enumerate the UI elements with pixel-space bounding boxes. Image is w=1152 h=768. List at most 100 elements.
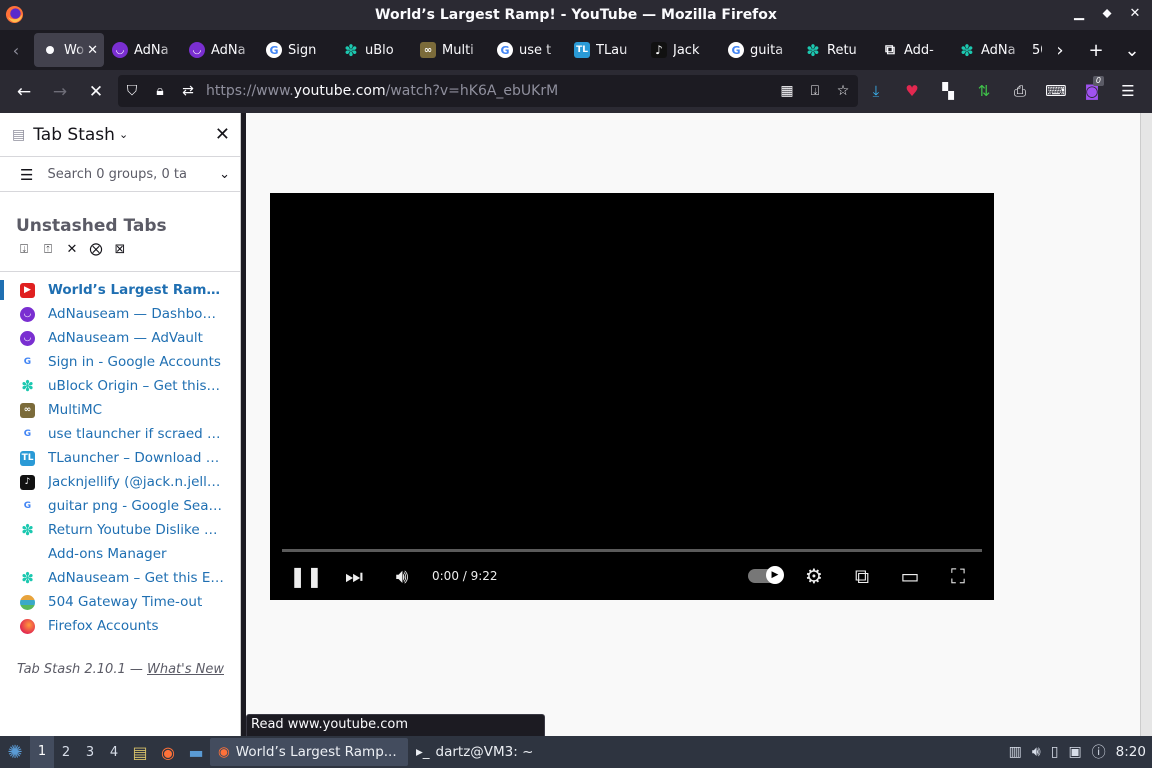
- save-to-pocket-icon[interactable]: ⍗: [806, 83, 824, 99]
- new-tab-button[interactable]: +: [1078, 40, 1114, 61]
- list-all-tabs-button[interactable]: ⌄: [1114, 40, 1150, 61]
- maximize-button[interactable]: ⬥: [1100, 6, 1114, 21]
- workspace-3[interactable]: 3: [78, 745, 102, 760]
- app-menu-icon[interactable]: ☰: [1114, 76, 1142, 106]
- list-item[interactable]: ◡ AdNauseam — Dashboard: [0, 302, 240, 326]
- close-unstashed-icon[interactable]: ⨂: [88, 242, 104, 257]
- tab-label: 50: [1032, 42, 1042, 58]
- close-duplicates-icon[interactable]: ⊠: [112, 242, 128, 257]
- tab-multimc[interactable]: ∞ Multi: [412, 33, 489, 67]
- settings-gear-icon[interactable]: ⚙: [790, 564, 838, 588]
- list-item[interactable]: G Sign in - Google Accounts: [0, 350, 240, 374]
- stash-all-icon[interactable]: ⍗: [16, 242, 32, 257]
- list-item[interactable]: 504 Gateway Time-out: [0, 590, 240, 614]
- close-tab-icon[interactable]: ✕: [87, 43, 98, 58]
- tab-tiktok[interactable]: ♪ Jack: [643, 33, 720, 67]
- minimize-button[interactable]: ▁: [1072, 6, 1086, 21]
- autoplay-toggle[interactable]: [748, 566, 784, 584]
- scroll-tabs-right-button[interactable]: ›: [1042, 40, 1078, 61]
- fullscreen-icon[interactable]: ⛶: [934, 564, 982, 588]
- theater-mode-icon[interactable]: ▭: [886, 564, 934, 588]
- list-item[interactable]: Add-ons Manager: [0, 542, 240, 566]
- tab-youtube[interactable]: Wo ✕: [34, 33, 104, 67]
- forward-button[interactable]: →: [42, 76, 78, 108]
- stop-loading-button[interactable]: ✕: [78, 76, 114, 108]
- list-item[interactable]: ◡ AdNauseam — AdVault: [0, 326, 240, 350]
- whats-new-link[interactable]: What's New: [147, 662, 224, 677]
- video-player[interactable]: ❚❚ ⏭︎ 🔊︎ 0:00 / 9:22 ⚙ ⧉ ▭ ⛶: [270, 193, 994, 600]
- list-item[interactable]: ♪ Jacknjellify (@jack.n.jellify): [0, 470, 240, 494]
- desktop-icon[interactable]: ▬: [182, 743, 210, 762]
- close-window-button[interactable]: ✕: [1128, 6, 1142, 21]
- green-arrows-icon[interactable]: ⇅: [970, 76, 998, 106]
- adnauseam-extension-icon[interactable]: ◙ 0: [1078, 76, 1106, 106]
- tab-504[interactable]: 50: [1028, 33, 1042, 67]
- search-input[interactable]: Search 0 groups, 0 ta: [47, 167, 219, 182]
- sidebar-title[interactable]: Tab Stash: [33, 125, 115, 145]
- section-title[interactable]: Unstashed Tabs: [16, 216, 240, 236]
- list-item[interactable]: ∞ MultiMC: [0, 398, 240, 422]
- notification-icon[interactable]: ⓘ: [1092, 742, 1106, 762]
- taskbar-task-firefox[interactable]: ◉ World’s Largest Ramp...: [210, 738, 408, 766]
- close-tabs-icon[interactable]: ✕: [64, 242, 80, 257]
- tab-ublock[interactable]: ✽ uBlo: [335, 33, 412, 67]
- tab-return-youtube-dislike[interactable]: ✽ Retu: [797, 33, 874, 67]
- close-sidebar-button[interactable]: ✕: [215, 124, 230, 145]
- tab-google-search-tlauncher[interactable]: G use t: [489, 33, 566, 67]
- volume-icon[interactable]: 🔊︎: [378, 564, 426, 588]
- tab-google-signin[interactable]: G Sign: [258, 33, 335, 67]
- list-item[interactable]: ✽ AdNauseam – Get this Extension: [0, 566, 240, 590]
- page-scrollbar[interactable]: [1140, 113, 1152, 736]
- list-item[interactable]: ✽ Return Youtube Dislike – Get this: [0, 518, 240, 542]
- miniplayer-icon[interactable]: ⧉: [838, 564, 886, 588]
- next-video-icon[interactable]: ⏭︎: [330, 564, 378, 588]
- scroll-tabs-left-button[interactable]: ‹: [0, 30, 32, 70]
- network-icon[interactable]: ▣: [1068, 744, 1081, 760]
- downloads-icon[interactable]: ⤓: [862, 76, 890, 106]
- clock[interactable]: 8:20: [1116, 744, 1146, 760]
- list-item[interactable]: ✽ uBlock Origin – Get this Extension: [0, 374, 240, 398]
- back-button[interactable]: ←: [6, 76, 42, 108]
- permissions-icon[interactable]: ⇄: [174, 83, 202, 99]
- notes-icon[interactable]: ▯: [1051, 744, 1059, 760]
- youtube-extension-icon[interactable]: ♥: [898, 76, 926, 106]
- keyboard-icon[interactable]: ⌨: [1042, 76, 1070, 106]
- lock-icon[interactable]: 🔒︎: [146, 83, 174, 99]
- chevron-down-icon[interactable]: ⌄: [119, 128, 128, 141]
- list-item[interactable]: Gguitar png - Google Search: [0, 494, 240, 518]
- video-progress-bar[interactable]: [282, 549, 982, 552]
- bookmark-star-icon[interactable]: ☆: [834, 83, 852, 99]
- hamburger-menu-icon[interactable]: ☰: [20, 166, 33, 184]
- tracking-protection-shield-icon[interactable]: ⛉: [118, 83, 146, 99]
- multimc-icon: ∞: [420, 42, 436, 58]
- taskbar-task-terminal[interactable]: ▸_ dartz@VM3: ~: [408, 738, 541, 766]
- list-item[interactable]: Guse tlauncher if scraed t...: [0, 422, 240, 446]
- list-item[interactable]: Firefox Accounts: [0, 614, 240, 638]
- tab-adnauseam-advault[interactable]: ◡ AdNa: [181, 33, 258, 67]
- workspace-1[interactable]: 1: [30, 736, 54, 768]
- tab-addons-manager[interactable]: ⧉ Add-: [874, 33, 951, 67]
- print-icon[interactable]: ⎙: [1006, 76, 1034, 106]
- url-text[interactable]: https://www.youtube.com/watch?v=hK6A_ebU…: [206, 83, 558, 99]
- chevron-down-icon[interactable]: ⌄: [219, 167, 230, 182]
- qr-code-icon[interactable]: ▦: [778, 83, 796, 99]
- tab-tlauncher[interactable]: TL TLau: [566, 33, 643, 67]
- workspace-2[interactable]: 2: [54, 745, 78, 760]
- extensions-grid-icon[interactable]: ▚: [934, 76, 962, 106]
- firefox-launcher-icon[interactable]: ◉: [154, 743, 182, 762]
- workspace-4[interactable]: 4: [102, 745, 126, 760]
- url-bar[interactable]: ⛉ 🔒︎ ⇄ https://www.youtube.com/watch?v=h…: [118, 75, 858, 107]
- list-item[interactable]: ▶ World’s Largest Ramp! - YouTube: [0, 278, 240, 302]
- tab-google-guitar[interactable]: G guita: [720, 33, 797, 67]
- new-group-icon[interactable]: ⍐: [40, 242, 56, 257]
- start-menu-icon[interactable]: ✺: [0, 736, 30, 768]
- tab-label: Add-: [904, 42, 934, 58]
- terminal-icon: ▸_: [416, 744, 430, 760]
- tab-adnauseam-store[interactable]: ✽ AdNa: [951, 33, 1028, 67]
- file-manager-icon[interactable]: ▤: [126, 743, 154, 762]
- clipboard-icon[interactable]: ▥: [1009, 744, 1022, 760]
- tab-adnauseam-dashboard[interactable]: ◡ AdNa: [104, 33, 181, 67]
- volume-tray-icon[interactable]: 🔊︎: [1032, 744, 1041, 760]
- list-item[interactable]: TL TLauncher – Download Minecraft: [0, 446, 240, 470]
- pause-icon[interactable]: ❚❚: [282, 564, 330, 588]
